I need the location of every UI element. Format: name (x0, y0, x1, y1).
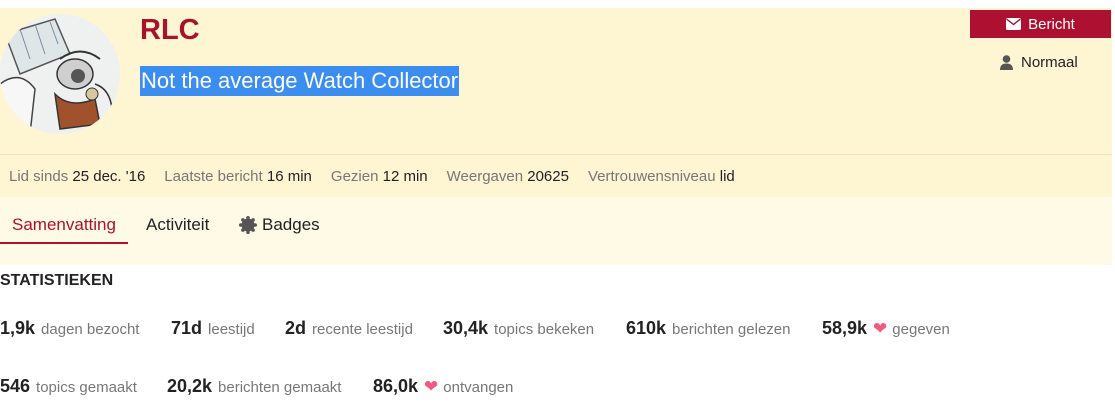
avatar[interactable] (0, 14, 120, 134)
trust-level-label: Normaal (1021, 54, 1078, 71)
info-seen: Gezien 12 min (330, 167, 428, 185)
profile-tabs: Samenvatting Activiteit Badges (0, 197, 1112, 265)
heart-icon: ❤ (424, 377, 439, 396)
info-trust-level: Vertrouwensniveau lid (587, 167, 735, 185)
tab-activity[interactable]: Activiteit (146, 215, 209, 235)
stat-topics-viewed: 30,4k topics bekeken (443, 318, 595, 338)
trust-level: Normaal (1000, 54, 1078, 71)
profile-info-bar: Lid sinds 25 dec. '16 Laatste bericht 16… (0, 154, 1112, 197)
profile-header: RLC Not the average Watch Collector Beri… (0, 8, 1112, 154)
stat-posts-created: 20,2k berichten gemaakt (167, 376, 342, 396)
tab-badges-label: Badges (262, 215, 320, 234)
username: RLC (140, 14, 200, 46)
envelope-icon (1006, 18, 1022, 30)
stat-likes-given: 58,9k ❤ gegeven (822, 318, 950, 338)
info-member-since: Lid sinds 25 dec. '16 (9, 167, 146, 185)
stats-heading: STATISTIEKEN (0, 272, 114, 289)
stat-read-time: 71d leestijd (171, 318, 255, 338)
stat-posts-read: 610k berichten gelezen (626, 318, 791, 338)
stat-likes-received: 86,0k ❤ ontvangen (373, 376, 514, 396)
tab-badges[interactable]: Badges (239, 215, 320, 235)
stat-recent-read-time: 2d recente leestijd (285, 318, 413, 338)
stat-topics-created: 546 topics gemaakt (0, 376, 137, 396)
user-icon (1000, 55, 1013, 70)
message-button-label: Bericht (1028, 15, 1075, 33)
avatar-illustration (0, 14, 120, 134)
tab-summary[interactable]: Samenvatting (0, 215, 128, 244)
info-views: Weergaven 20625 (446, 167, 569, 185)
message-button[interactable]: Bericht (970, 10, 1111, 38)
info-last-post: Laatste bericht 16 min (164, 167, 312, 185)
user-title: Not the average Watch Collector (140, 66, 460, 96)
badge-icon (239, 216, 257, 234)
heart-icon: ❤ (873, 319, 888, 338)
stat-days-visited: 1,9k dagen bezocht (0, 318, 140, 338)
